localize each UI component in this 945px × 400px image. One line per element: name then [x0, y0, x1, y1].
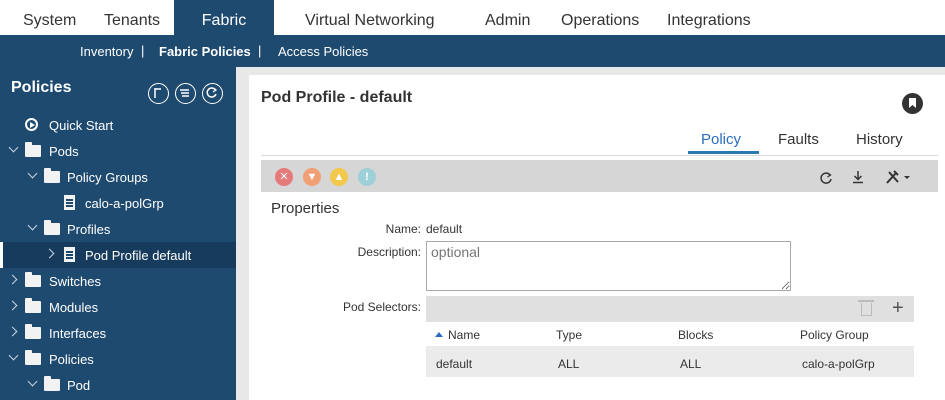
tree-item-calo-a-polgrp[interactable]: calo-a-polGrp [0, 190, 236, 216]
refresh-icon[interactable] [818, 170, 834, 186]
tree-item-label: calo-a-polGrp [85, 196, 164, 211]
page-title: Pod Profile - default [261, 89, 413, 106]
tree-item-pod[interactable]: Pod [0, 372, 236, 398]
folder-icon [44, 220, 60, 235]
cell-name: default [436, 357, 473, 371]
tree-item-pods[interactable]: Pods [0, 138, 236, 164]
tree-item-label: Profiles [67, 222, 111, 237]
tab-faults[interactable]: Faults [778, 131, 819, 148]
chevron-down-icon[interactable] [27, 168, 38, 179]
folder-icon [44, 376, 60, 391]
subnav-separator: | [258, 43, 262, 58]
minor-fault-icon[interactable]: ▲ [330, 168, 348, 186]
tree-item-quick-start[interactable]: Quick Start [0, 112, 236, 138]
folder-icon [25, 324, 41, 339]
tab-tenants[interactable]: Tenants [104, 0, 160, 37]
tab-admin[interactable]: Admin [485, 0, 530, 37]
tabs-divider [261, 155, 938, 156]
list-filter-icon[interactable] [175, 83, 196, 104]
pod-selectors-label: Pod Selectors: [342, 300, 421, 314]
tree-item-label: Pod Profile default [85, 248, 192, 263]
subnav-access-policies[interactable]: Access Policies [278, 37, 368, 67]
column-header-policy-group[interactable]: Policy Group [800, 328, 869, 342]
tag-filter-icon[interactable] [148, 83, 169, 104]
column-header-type[interactable]: Type [556, 328, 582, 342]
tab-operations[interactable]: Operations [561, 0, 639, 37]
tree-item-label: Policy Groups [67, 170, 148, 185]
cell-blocks: ALL [680, 357, 702, 371]
active-tab-indicator [688, 151, 759, 154]
critical-fault-icon[interactable]: ✕ [275, 168, 293, 186]
tree-item-label: Policies [49, 352, 94, 367]
tree-item-modules[interactable]: Modules [0, 294, 236, 320]
document-icon [64, 195, 75, 210]
name-label: Name: [385, 222, 421, 236]
description-field[interactable] [426, 241, 791, 291]
tools-icon[interactable] [884, 168, 912, 186]
tree-item-profiles[interactable]: Profiles [0, 216, 236, 242]
sidebar-title: Policies [11, 79, 72, 96]
tab-fabric[interactable]: Fabric [174, 0, 274, 37]
tree-item-label: Pod [67, 378, 91, 393]
folder-icon [25, 350, 41, 365]
tab-integrations[interactable]: Integrations [667, 0, 751, 37]
description-label: Description: [357, 245, 421, 259]
refresh-icon[interactable] [202, 83, 223, 104]
chevron-right-icon[interactable] [44, 248, 55, 259]
tree-item-label: Modules [49, 300, 99, 315]
tree-item-label: Quick Start [49, 118, 114, 133]
document-icon [64, 247, 75, 262]
tree-item-label: Interfaces [49, 326, 107, 341]
sub-nav: Inventory | Fabric Policies | Access Pol… [0, 37, 945, 67]
quick-start-icon [25, 118, 38, 131]
tree-item-label: Switches [49, 274, 102, 289]
chevron-down-icon[interactable] [27, 376, 38, 387]
folder-icon [25, 272, 41, 287]
subnav-separator: | [141, 43, 145, 58]
name-value: default [426, 222, 463, 236]
tab-virtual-networking[interactable]: Virtual Networking [305, 0, 435, 37]
section-properties: Properties [271, 200, 340, 217]
tab-system[interactable]: System [23, 0, 76, 37]
cell-type: ALL [558, 357, 580, 371]
sort-ascending-icon[interactable] [435, 332, 443, 337]
tree-item-label: Pods [49, 144, 79, 159]
chevron-right-icon[interactable] [7, 300, 18, 311]
chevron-down-icon[interactable] [27, 220, 38, 231]
chevron-right-icon[interactable] [7, 274, 18, 285]
folder-icon [44, 168, 60, 183]
pod-selectors-toolbar [426, 296, 914, 322]
sidebar: Policies Quick Start Pods Policy Groups … [0, 67, 236, 400]
tree-item-pod-profile-default[interactable]: Pod Profile default [0, 242, 236, 268]
tree-item-interfaces[interactable]: Interfaces [0, 320, 236, 346]
tab-policy[interactable]: Policy [701, 131, 741, 148]
folder-icon [25, 142, 41, 157]
tree-item-policy-groups[interactable]: Policy Groups [0, 164, 236, 190]
chevron-down-icon[interactable] [8, 350, 19, 361]
warning-fault-icon[interactable]: ! [358, 168, 376, 186]
tab-history[interactable]: History [856, 131, 903, 148]
column-header-blocks[interactable]: Blocks [678, 328, 713, 342]
subnav-fabric-policies[interactable]: Fabric Policies [159, 37, 251, 67]
top-nav: System Tenants Fabric Virtual Networking… [0, 0, 945, 37]
tree-item-switches[interactable]: Switches [0, 268, 236, 294]
add-icon[interactable]: + [892, 297, 904, 320]
cell-policy-group: calo-a-polGrp [802, 357, 875, 371]
bookmark-icon[interactable] [902, 93, 923, 114]
trash-icon[interactable] [858, 300, 874, 316]
major-fault-icon[interactable]: ▼ [303, 168, 321, 186]
subnav-inventory[interactable]: Inventory [80, 37, 133, 67]
column-header-name[interactable]: Name [448, 328, 480, 342]
chevron-right-icon[interactable] [7, 326, 18, 337]
tree-item-policies[interactable]: Policies [0, 346, 236, 372]
download-icon[interactable] [850, 169, 866, 185]
chevron-down-icon[interactable] [8, 142, 19, 153]
folder-icon [25, 298, 41, 313]
